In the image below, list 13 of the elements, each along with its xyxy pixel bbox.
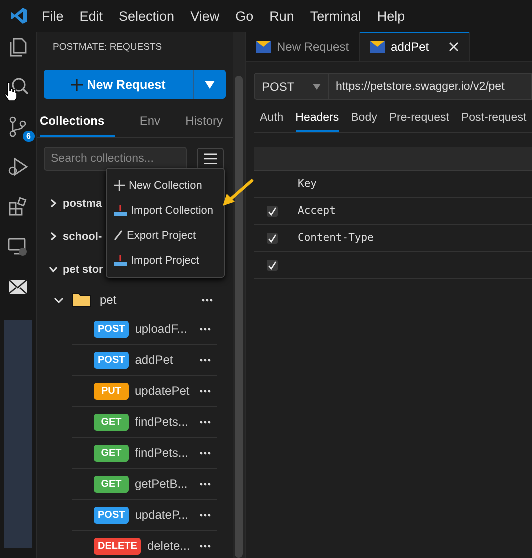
method-tag: POST (94, 352, 130, 368)
column-header: Key (298, 178, 317, 190)
method-tag: POST (94, 506, 130, 524)
method-tag: GET (94, 444, 129, 462)
method-tag: GET (94, 476, 129, 492)
table-cell: Content-Type (298, 232, 374, 244)
notification-badge: 6 (22, 131, 35, 142)
method-tag: DELETE (94, 538, 142, 554)
method-tag: PUT (94, 382, 129, 400)
method-tag: POST (94, 320, 130, 338)
method-tag: GET (94, 414, 129, 430)
sidebar-title: POSTMATE: REQUESTS (52, 41, 164, 55)
table-cell: Accept (298, 205, 336, 217)
